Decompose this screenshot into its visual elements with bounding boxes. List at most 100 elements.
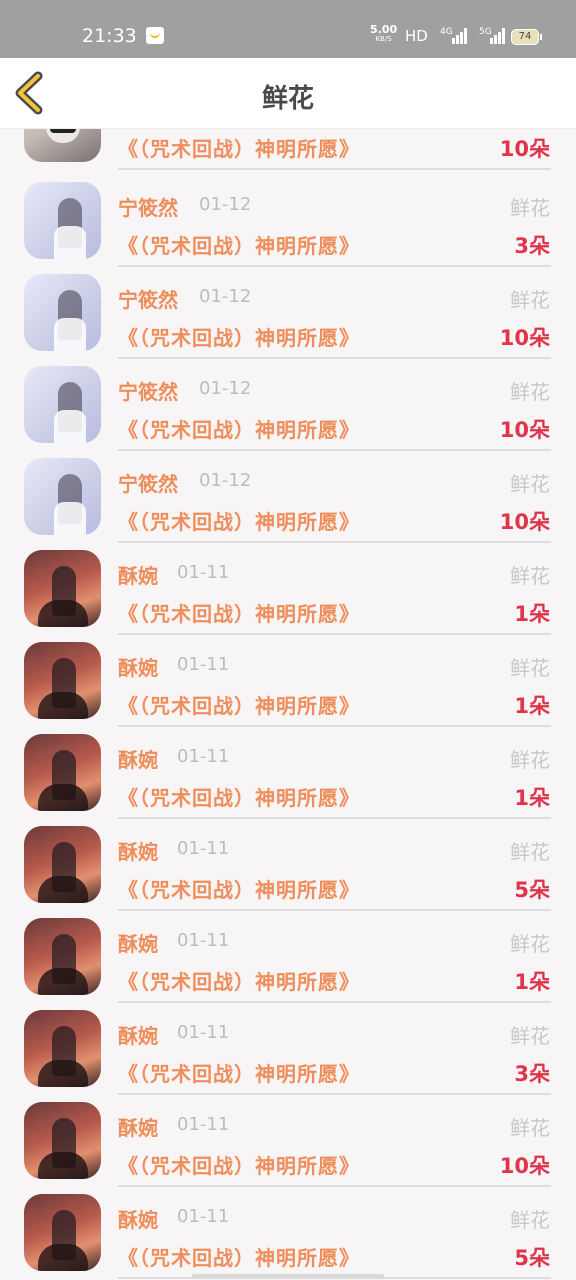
- divider: [118, 1185, 551, 1187]
- flower-count: 10朵: [499, 326, 550, 350]
- status-bar: 21:33 5.00 KB/S HD 4G 5G 74: [0, 0, 576, 58]
- sender-name[interactable]: 宁筱然: [118, 192, 178, 221]
- book-title: 《（咒术回战）神明所愿》: [118, 694, 360, 718]
- list-item[interactable]: 宁筱然 01-12 鲜花 《（咒术回战）神明所愿》 3朵: [0, 182, 576, 274]
- gift-type: 鲜花: [510, 564, 550, 588]
- list-item[interactable]: 酥婉 01-11 鲜花 《（咒术回战）神明所愿》 1朵: [0, 550, 576, 642]
- list-item[interactable]: 酥婉 01-11 鲜花 《（咒术回战）神明所愿》 1朵: [0, 734, 576, 826]
- avatar[interactable]: [24, 826, 101, 903]
- list-item[interactable]: 《（咒术回战）神明所愿》 10朵: [0, 129, 576, 177]
- sender-name[interactable]: 酥婉: [118, 744, 158, 773]
- avatar[interactable]: [24, 734, 101, 811]
- list-item[interactable]: 宁筱然 01-12 鲜花 《（咒术回战）神明所愿》 10朵: [0, 366, 576, 458]
- avatar[interactable]: [24, 366, 101, 443]
- sender-name[interactable]: 宁筱然: [118, 376, 178, 405]
- flower-count: 10朵: [499, 510, 550, 534]
- divider: [118, 1001, 551, 1003]
- battery-icon: 74: [511, 29, 542, 45]
- avatar[interactable]: [24, 274, 101, 351]
- sender-name[interactable]: 酥婉: [118, 1112, 158, 1141]
- divider: [118, 265, 551, 267]
- sender-name[interactable]: 酥婉: [118, 1204, 158, 1233]
- gift-type: 鲜花: [510, 380, 550, 404]
- list-item[interactable]: 酥婉 01-11 鲜花 《（咒术回战）神明所愿》 5朵: [0, 1194, 576, 1280]
- list-item[interactable]: 酥婉 01-11 鲜花 《（咒术回战）神明所愿》 10朵: [0, 1102, 576, 1194]
- gift-type: 鲜花: [510, 472, 550, 496]
- flower-count: 3朵: [514, 234, 550, 258]
- list-item[interactable]: 酥婉 01-11 鲜花 《（咒术回战）神明所愿》 5朵: [0, 826, 576, 918]
- flower-count: 1朵: [514, 694, 550, 718]
- sender-name[interactable]: 宁筱然: [118, 284, 178, 313]
- network-type-4g: 4G: [440, 27, 453, 37]
- list-item[interactable]: 酥婉 01-11 鲜花 《（咒术回战）神明所愿》 1朵: [0, 918, 576, 1010]
- app-notification-icon: [146, 27, 164, 44]
- divider: [118, 1093, 551, 1095]
- flower-count: 10朵: [499, 137, 550, 161]
- gift-date: 01-12: [199, 194, 252, 215]
- flower-count: 1朵: [514, 786, 550, 810]
- sender-name[interactable]: 酥婉: [118, 560, 158, 589]
- book-title: 《（咒术回战）神明所愿》: [118, 1062, 360, 1086]
- gift-date: 01-11: [177, 930, 230, 951]
- list-item[interactable]: 酥婉 01-11 鲜花 《（咒术回战）神明所愿》 1朵: [0, 642, 576, 734]
- network-speed: 5.00 KB/S: [370, 24, 397, 44]
- gift-type: 鲜花: [510, 840, 550, 864]
- list-item[interactable]: 宁筱然 01-12 鲜花 《（咒术回战）神明所愿》 10朵: [0, 458, 576, 550]
- list-item[interactable]: 酥婉 01-11 鲜花 《（咒术回战）神明所愿》 3朵: [0, 1010, 576, 1102]
- gift-type: 鲜花: [510, 1024, 550, 1048]
- divider: [118, 449, 551, 451]
- avatar[interactable]: [24, 129, 101, 162]
- home-indicator[interactable]: [192, 1274, 384, 1278]
- gift-type: 鲜花: [510, 932, 550, 956]
- divider: [118, 817, 551, 819]
- divider: [118, 909, 551, 911]
- flower-count: 1朵: [514, 970, 550, 994]
- sender-name[interactable]: 酥婉: [118, 652, 158, 681]
- book-title: 《（咒术回战）神明所愿》: [118, 1246, 360, 1270]
- gift-date: 01-12: [199, 378, 252, 399]
- flower-count: 10朵: [499, 418, 550, 442]
- gift-type: 鲜花: [510, 1208, 550, 1232]
- avatar[interactable]: [24, 1010, 101, 1087]
- gift-date: 01-11: [177, 1206, 230, 1227]
- gift-type: 鲜花: [510, 196, 550, 220]
- book-title: 《（咒术回战）神明所愿》: [118, 602, 360, 626]
- flower-count: 3朵: [514, 1062, 550, 1086]
- avatar[interactable]: [24, 458, 101, 535]
- sender-name[interactable]: 宁筱然: [118, 468, 178, 497]
- avatar[interactable]: [24, 1194, 101, 1271]
- gift-date: 01-11: [177, 838, 230, 859]
- avatar[interactable]: [24, 918, 101, 995]
- sender-name[interactable]: 酥婉: [118, 1020, 158, 1049]
- book-title: 《（咒术回战）神明所愿》: [118, 970, 360, 994]
- hd-indicator: HD: [405, 27, 428, 45]
- divider: [118, 357, 551, 359]
- avatar[interactable]: [24, 642, 101, 719]
- avatar[interactable]: [24, 550, 101, 627]
- top-bar: 鲜花: [0, 58, 576, 129]
- gift-date: 01-11: [177, 562, 230, 583]
- gift-type: 鲜花: [510, 288, 550, 312]
- book-title: 《（咒术回战）神明所愿》: [118, 234, 360, 258]
- gift-date: 01-12: [199, 286, 252, 307]
- book-title: 《（咒术回战）神明所愿》: [118, 1154, 360, 1178]
- divider: [118, 168, 551, 170]
- gift-date: 01-11: [177, 654, 230, 675]
- book-title: 《（咒术回战）神明所愿》: [118, 878, 360, 902]
- book-title: 《（咒术回战）神明所愿》: [118, 326, 360, 350]
- book-title: 《（咒术回战）神明所愿》: [118, 137, 360, 161]
- page-title: 鲜花: [261, 84, 314, 114]
- flower-record-list[interactable]: 《（咒术回战）神明所愿》 10朵 宁筱然 01-12 鲜花 《（咒术回战）神明所…: [0, 129, 576, 1280]
- divider: [118, 541, 551, 543]
- signal-bars-icon: [452, 28, 467, 44]
- network-speed-unit: KB/S: [375, 35, 392, 43]
- avatar[interactable]: [24, 182, 101, 259]
- sender-name[interactable]: 酥婉: [118, 928, 158, 957]
- gift-type: 鲜花: [510, 656, 550, 680]
- avatar[interactable]: [24, 1102, 101, 1179]
- sender-name[interactable]: 酥婉: [118, 836, 158, 865]
- clock: 21:33: [82, 25, 137, 47]
- divider: [118, 633, 551, 635]
- list-item[interactable]: 宁筱然 01-12 鲜花 《（咒术回战）神明所愿》 10朵: [0, 274, 576, 366]
- signal-bars-icon-2: [490, 28, 505, 44]
